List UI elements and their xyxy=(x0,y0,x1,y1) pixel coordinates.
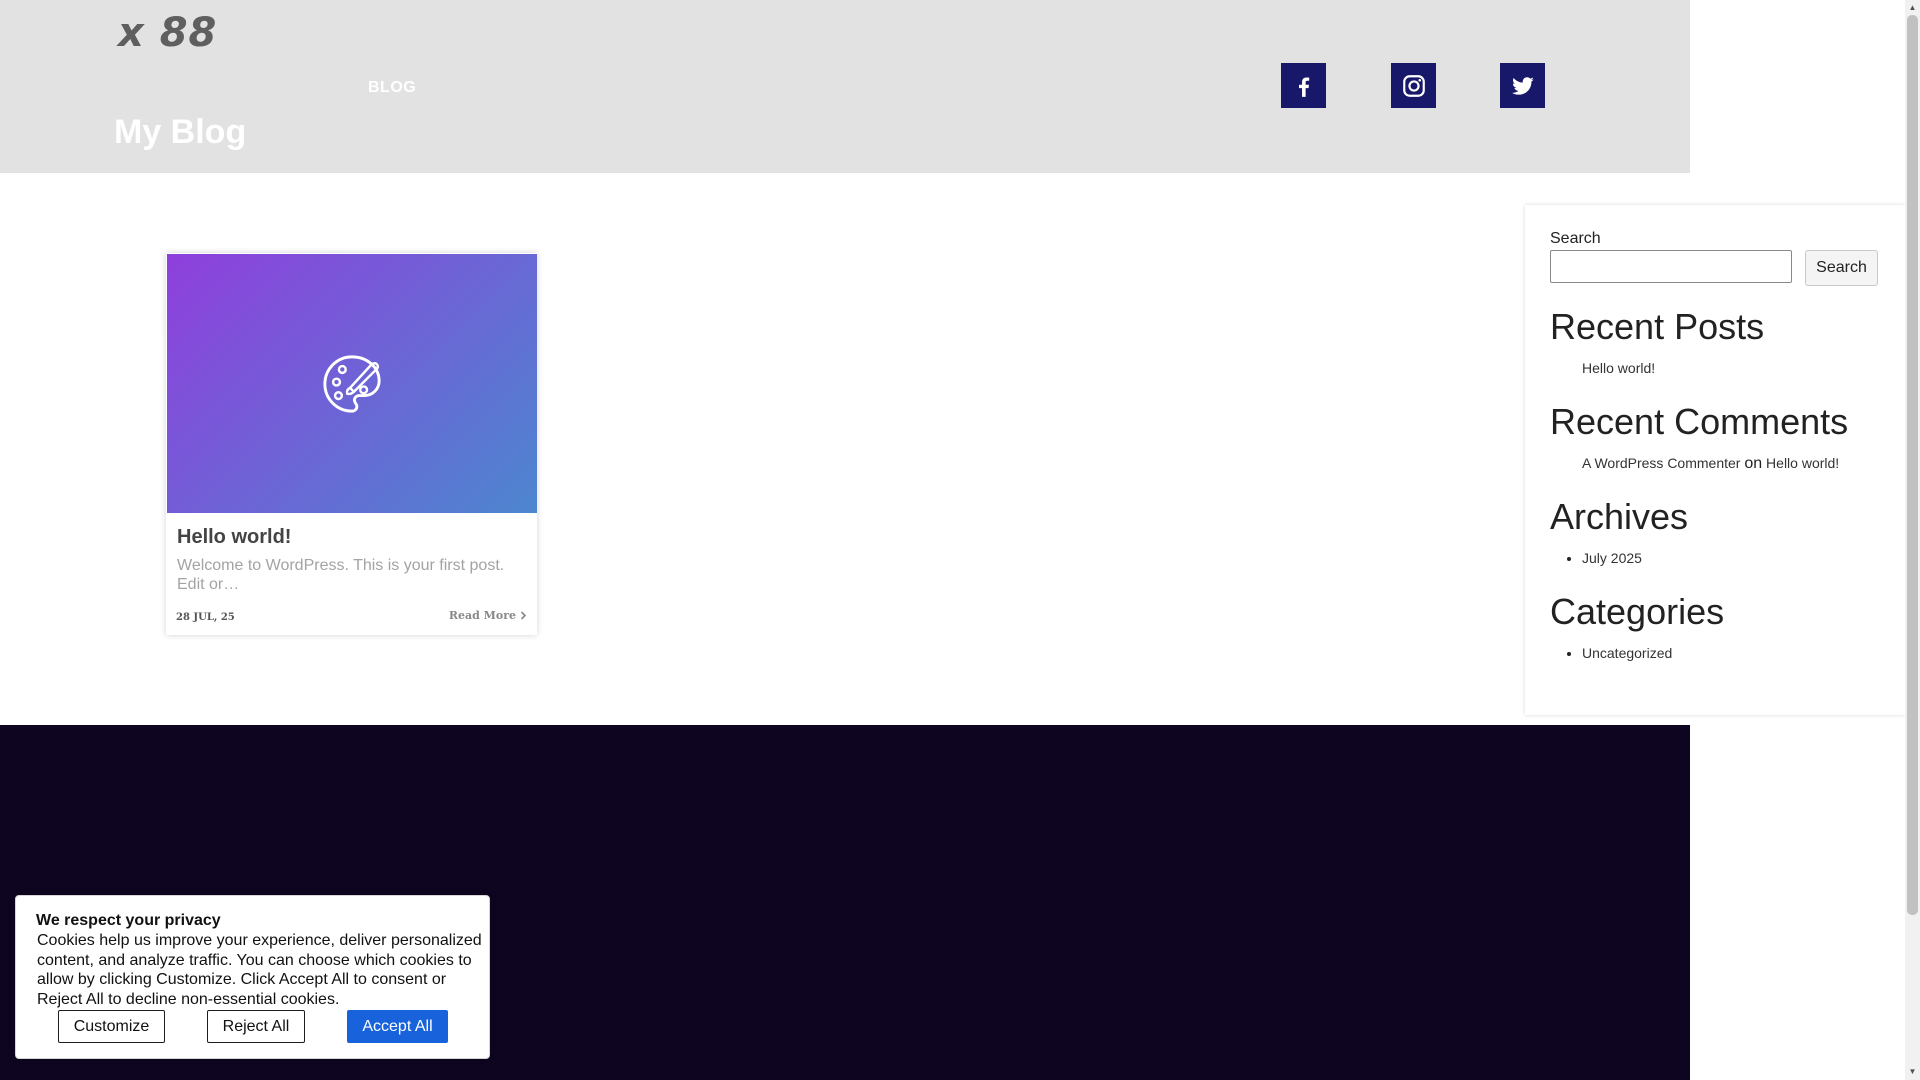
cookie-banner-title: We respect your privacy xyxy=(36,912,221,929)
post-thumbnail[interactable] xyxy=(167,254,537,513)
comment-on-text: on xyxy=(1744,455,1763,472)
sidebar: Search Search Recent Posts Hello world! … xyxy=(1525,205,1905,715)
list-item: July 2025 xyxy=(1582,549,1642,567)
categories-list: Uncategorized xyxy=(1550,644,1672,662)
site-header: x 88 BLOG My Blog xyxy=(0,0,1690,173)
nav-item-blog[interactable]: BLOG xyxy=(368,79,416,97)
post-excerpt: Welcome to WordPress. This is your first… xyxy=(177,557,505,593)
chevron-right-icon xyxy=(520,611,527,620)
customize-button[interactable]: Customize xyxy=(58,1010,165,1043)
post-card: Hello world! Welcome to WordPress. This … xyxy=(166,253,537,635)
site-logo[interactable]: x 88 xyxy=(118,10,217,56)
cookie-consent-banner: We respect your privacy Cookies help us … xyxy=(15,895,490,1059)
archives-list: July 2025 xyxy=(1550,549,1642,567)
archives-heading: Archives xyxy=(1550,496,1689,537)
category-link[interactable]: Uncategorized xyxy=(1582,645,1672,661)
page: x 88 BLOG My Blog Hello world! Welcome t… xyxy=(0,0,1920,1080)
list-item: A WordPress Commenter on Hello world! xyxy=(1582,454,1839,473)
archive-link[interactable]: July 2025 xyxy=(1582,550,1642,566)
categories-heading: Categories xyxy=(1550,591,1725,632)
search-input[interactable] xyxy=(1550,250,1792,283)
instagram-icon xyxy=(1402,74,1425,97)
twitter-link[interactable] xyxy=(1500,63,1545,108)
facebook-link[interactable] xyxy=(1281,63,1326,108)
list-item: Uncategorized xyxy=(1582,644,1672,662)
read-more-link[interactable]: Read More xyxy=(449,609,527,622)
comment-author-link[interactable]: A WordPress Commenter xyxy=(1582,455,1740,471)
instagram-link[interactable] xyxy=(1391,63,1436,108)
site-title[interactable]: My Blog xyxy=(114,113,246,152)
twitter-icon xyxy=(1511,76,1534,95)
scroll-down-arrow-icon[interactable]: ▼ xyxy=(1907,1066,1918,1078)
palette-icon xyxy=(323,354,381,413)
search-label: Search xyxy=(1550,230,1601,247)
read-more-label: Read More xyxy=(448,609,516,622)
post-title[interactable]: Hello world! xyxy=(177,526,291,549)
recent-comments-list: A WordPress Commenter on Hello world! xyxy=(1550,454,1839,473)
scroll-up-arrow-icon[interactable]: ▲ xyxy=(1907,2,1918,14)
post-date: 28 JUL, 25 xyxy=(176,612,235,623)
search-button[interactable]: Search xyxy=(1805,250,1878,286)
accept-all-button[interactable]: Accept All xyxy=(347,1010,448,1043)
recent-posts-heading: Recent Posts xyxy=(1550,306,1765,347)
comment-post-link[interactable]: Hello world! xyxy=(1766,455,1839,471)
recent-post-link[interactable]: Hello world! xyxy=(1582,360,1655,376)
recent-comments-heading: Recent Comments xyxy=(1550,401,1849,442)
cookie-banner-text: Cookies help us improve your experience,… xyxy=(37,932,482,1008)
scrollbar-thumb[interactable] xyxy=(1907,15,1918,915)
reject-all-button[interactable]: Reject All xyxy=(207,1010,305,1043)
list-item: Hello world! xyxy=(1582,359,1655,377)
recent-posts-list: Hello world! xyxy=(1550,359,1655,377)
facebook-icon xyxy=(1298,77,1309,97)
